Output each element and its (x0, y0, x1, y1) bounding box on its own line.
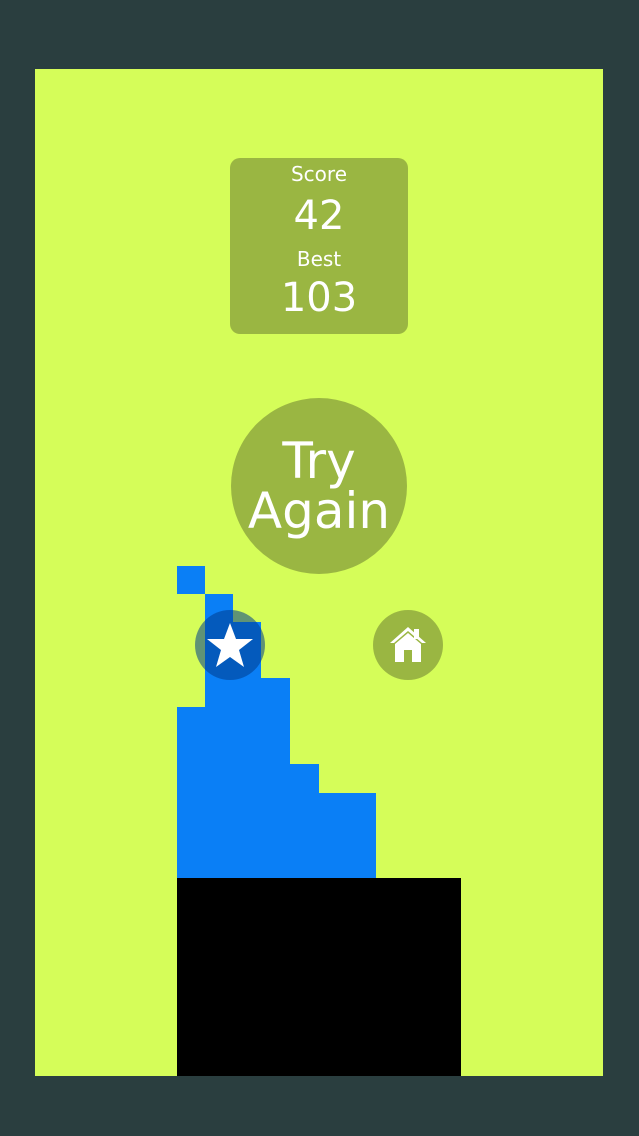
platform (177, 878, 461, 1076)
best-value: 103 (280, 275, 358, 321)
star-icon (207, 623, 253, 667)
rate-button[interactable] (195, 610, 265, 680)
game-screen: Score 42 Best 103 Try Again (0, 0, 639, 1136)
block (177, 793, 376, 878)
try-again-line-2: Again (247, 482, 391, 540)
block (177, 707, 290, 764)
block (177, 566, 205, 594)
try-again-line-1: Try (282, 432, 356, 490)
score-label: Score (290, 162, 347, 186)
score-value: 42 (293, 193, 345, 239)
best-label: Best (296, 247, 342, 271)
score-panel: Score 42 Best 103 (230, 158, 408, 334)
block (205, 678, 290, 707)
home-icon (390, 627, 426, 662)
game-area: Score 42 Best 103 Try Again (35, 69, 603, 1076)
home-button[interactable] (373, 610, 443, 680)
try-again-button[interactable]: Try Again (231, 398, 407, 574)
block (177, 764, 319, 793)
